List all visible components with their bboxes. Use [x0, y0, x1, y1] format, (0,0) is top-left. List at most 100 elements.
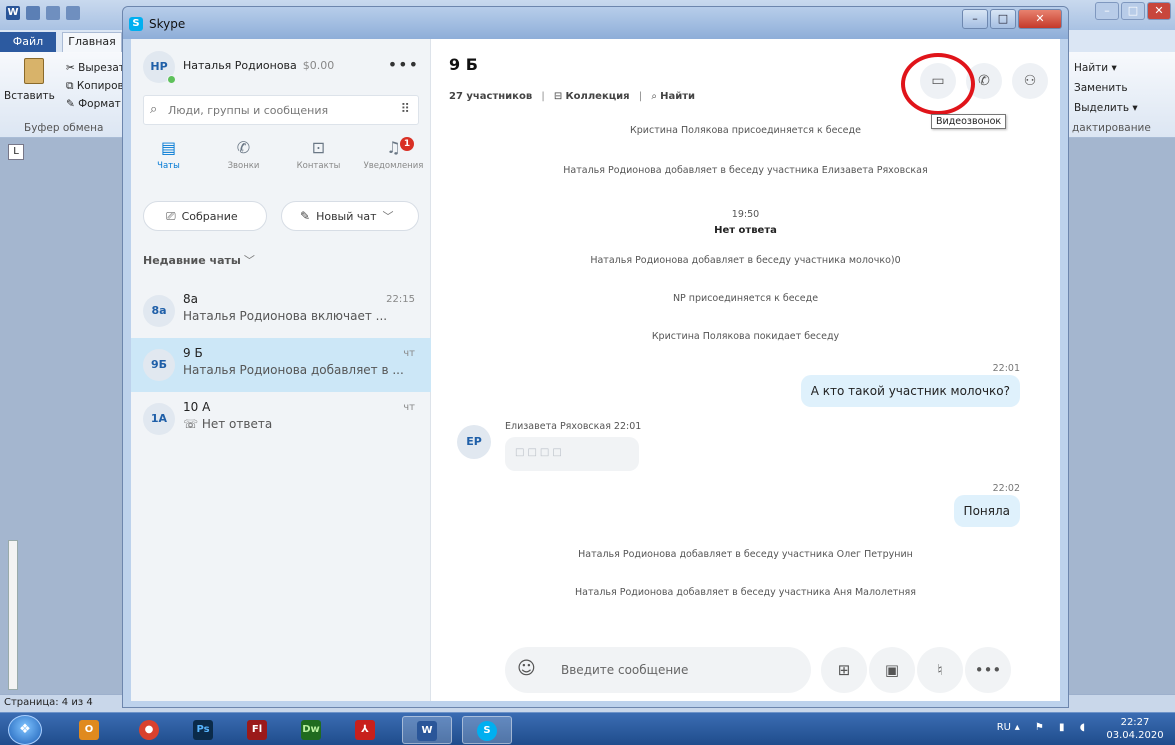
conversation-title[interactable]: 9 Б [449, 55, 478, 74]
taskbar-acrobat[interactable]: ⅄ [340, 716, 390, 744]
sidebar: НР Наталья Родионова$0.00 ••• ⌕ ⠿ ▤ Чаты… [131, 39, 431, 701]
skype-maximize-button[interactable]: □ [990, 9, 1016, 29]
start-button[interactable]: ❖ [8, 715, 42, 745]
participants-link[interactable]: 27 участников [449, 91, 532, 102]
windows-logo-icon: ❖ [19, 722, 31, 737]
chat-last-message: Наталья Родионова добавляет в ... [183, 363, 404, 377]
outlook-icon: O [79, 720, 99, 740]
skype-window-title: Skype [149, 17, 186, 31]
add-people-button[interactable]: ⚇ [1012, 63, 1048, 99]
system-message: Наталья Родионова добавляет в беседу уча… [575, 587, 916, 598]
skype-close-button[interactable]: ✕ [1018, 9, 1062, 29]
message-input[interactable] [561, 660, 801, 680]
composer-more-button[interactable]: ••• [965, 647, 1011, 693]
chat-name: 8a [183, 292, 198, 306]
compose-box[interactable]: ☺ [505, 647, 811, 693]
chat-last-message: Наталья Родионова включает ... [183, 309, 388, 323]
voice-message-button[interactable]: ♮ [917, 647, 963, 693]
contact-card-button[interactable]: ▣ [869, 647, 915, 693]
paste-button[interactable]: Вставить [4, 90, 55, 102]
taskbar-flash[interactable]: Fl [232, 716, 282, 744]
taskbar-dreamweaver[interactable]: Dw [286, 716, 336, 744]
word-logo-icon: W [6, 6, 20, 20]
acrobat-icon: ⅄ [355, 720, 375, 740]
skype-logo-icon: S [129, 17, 143, 31]
tab-home[interactable]: Главная [62, 32, 122, 52]
dialpad-icon[interactable]: ⠿ [400, 102, 410, 117]
skype-window: S Skype – □ ✕ НР Наталья Родионова $0.00 … [122, 6, 1069, 708]
system-message: Наталья Родионова добавляет в беседу уча… [578, 549, 913, 560]
presence-indicator [167, 75, 176, 84]
collection-link[interactable]: Коллекция [565, 91, 629, 102]
undo-icon[interactable] [46, 6, 60, 20]
phone-icon: ✆ [236, 138, 251, 157]
find-link[interactable]: Найти [660, 91, 695, 102]
word-close-button[interactable]: ✕ [1147, 2, 1171, 20]
word-minimize-button[interactable]: – [1095, 2, 1119, 20]
vertical-ruler [8, 540, 18, 690]
chat-time: чт [403, 402, 415, 413]
skype-icon: S [477, 721, 497, 741]
more-options-icon: ••• [974, 661, 1002, 679]
emoji-icon[interactable]: ☺ [517, 659, 536, 679]
add-person-icon: ⚇ [1023, 73, 1037, 89]
find-button[interactable]: Найти ▾ [1074, 62, 1117, 74]
tab-selector[interactable]: L [8, 144, 24, 160]
tab-file[interactable]: Файл [0, 32, 56, 52]
new-chat-button[interactable]: ✎ Новый чат ﹀ [281, 201, 419, 231]
notifications-badge: 1 [400, 137, 414, 151]
skype-minimize-button[interactable]: – [962, 9, 988, 29]
tab-chats[interactable]: ▤ Чаты [131, 137, 206, 183]
word-maximize-button[interactable]: □ [1121, 2, 1145, 20]
chat-last-message: ☏ Нет ответа [183, 417, 273, 431]
chat-list-item[interactable]: 8a 8a 22:15 Наталья Родионова включает .… [131, 284, 431, 338]
copy-button[interactable]: ⧉ Копиров [66, 80, 124, 93]
highlight-circle [901, 53, 975, 115]
taskbar-photoshop[interactable]: Ps [178, 716, 228, 744]
tab-contacts[interactable]: ⊡ Контакты [281, 137, 356, 183]
chat-list-item-active[interactable]: 9Б 9 Б чт Наталья Родионова добавляет в … [131, 338, 431, 392]
flash-icon: Fl [247, 720, 267, 740]
tab-calls[interactable]: ✆ Звонки [206, 137, 281, 183]
language-indicator[interactable]: RU [997, 722, 1011, 733]
outgoing-message[interactable]: Поняла [953, 495, 1020, 527]
tab-notifications[interactable]: ♫ 1 Уведомления [356, 137, 431, 183]
chevron-down-icon: ﹀ [243, 254, 255, 267]
redo-icon[interactable] [66, 6, 80, 20]
media-button[interactable]: ⊞ [821, 647, 867, 693]
taskbar-chrome[interactable]: ● [124, 716, 174, 744]
taskbar-outlook[interactable]: O [64, 716, 114, 744]
bell-icon: ♫ [386, 138, 401, 157]
chat-icon: ▤ [160, 138, 177, 157]
taskbar-word[interactable]: W [402, 716, 452, 744]
profile-name[interactable]: Наталья Родионова $0.00 [183, 59, 334, 72]
taskbar-skype[interactable]: S [462, 716, 512, 744]
select-button[interactable]: Выделить ▾ [1074, 102, 1138, 114]
chevron-down-icon: ﹀ [382, 210, 394, 223]
system-message: Наталья Родионова добавляет в беседу уча… [563, 165, 928, 176]
quick-access-toolbar: W [6, 6, 80, 20]
outgoing-message[interactable]: А кто такой участник молочко? [800, 375, 1020, 407]
incoming-message[interactable]: □□□□ [505, 437, 639, 471]
clipboard-group-label: Буфер обмена [24, 122, 104, 134]
search-input[interactable] [168, 101, 388, 119]
more-options-icon[interactable]: ••• [388, 55, 419, 74]
search-box[interactable]: ⌕ ⠿ [143, 95, 419, 125]
message-composer: ☺ ⊞ ▣ ♮ [505, 647, 991, 693]
chat-list-item[interactable]: 1A 10 A чт ☏ Нет ответа [131, 392, 431, 446]
clock[interactable]: 22:27 03.04.2020 [1103, 716, 1167, 742]
message-list: Кристина Полякова присоединяется к бесед… [431, 125, 1060, 635]
sender-avatar[interactable]: ЕР [457, 425, 491, 459]
replace-button[interactable]: Заменить [1074, 82, 1128, 94]
taskbar: ❖ O ● Ps Fl Dw ⅄ W S RU ▴ ⚑ ▮ ◖ 22:27 03… [0, 712, 1175, 745]
tray-icons[interactable]: ▴ ⚑ ▮ ◖ [1015, 722, 1091, 733]
save-icon[interactable] [26, 6, 40, 20]
meet-now-button[interactable]: ⎚ Собрание [143, 201, 267, 231]
sidebar-actions: ⎚ Собрание ✎ Новый чат ﹀ [143, 201, 419, 231]
profile-bar[interactable]: НР Наталья Родионова $0.00 ••• [143, 51, 419, 87]
dreamweaver-icon: Dw [301, 720, 321, 740]
message-time: 19:50 [731, 209, 760, 220]
chat-time: 22:15 [386, 294, 415, 305]
conversation-meta: 27 участников | ⊟ Коллекция | ⌕ Найти [449, 91, 696, 102]
recent-chats-header[interactable]: Недавние чаты ﹀ [143, 252, 255, 268]
